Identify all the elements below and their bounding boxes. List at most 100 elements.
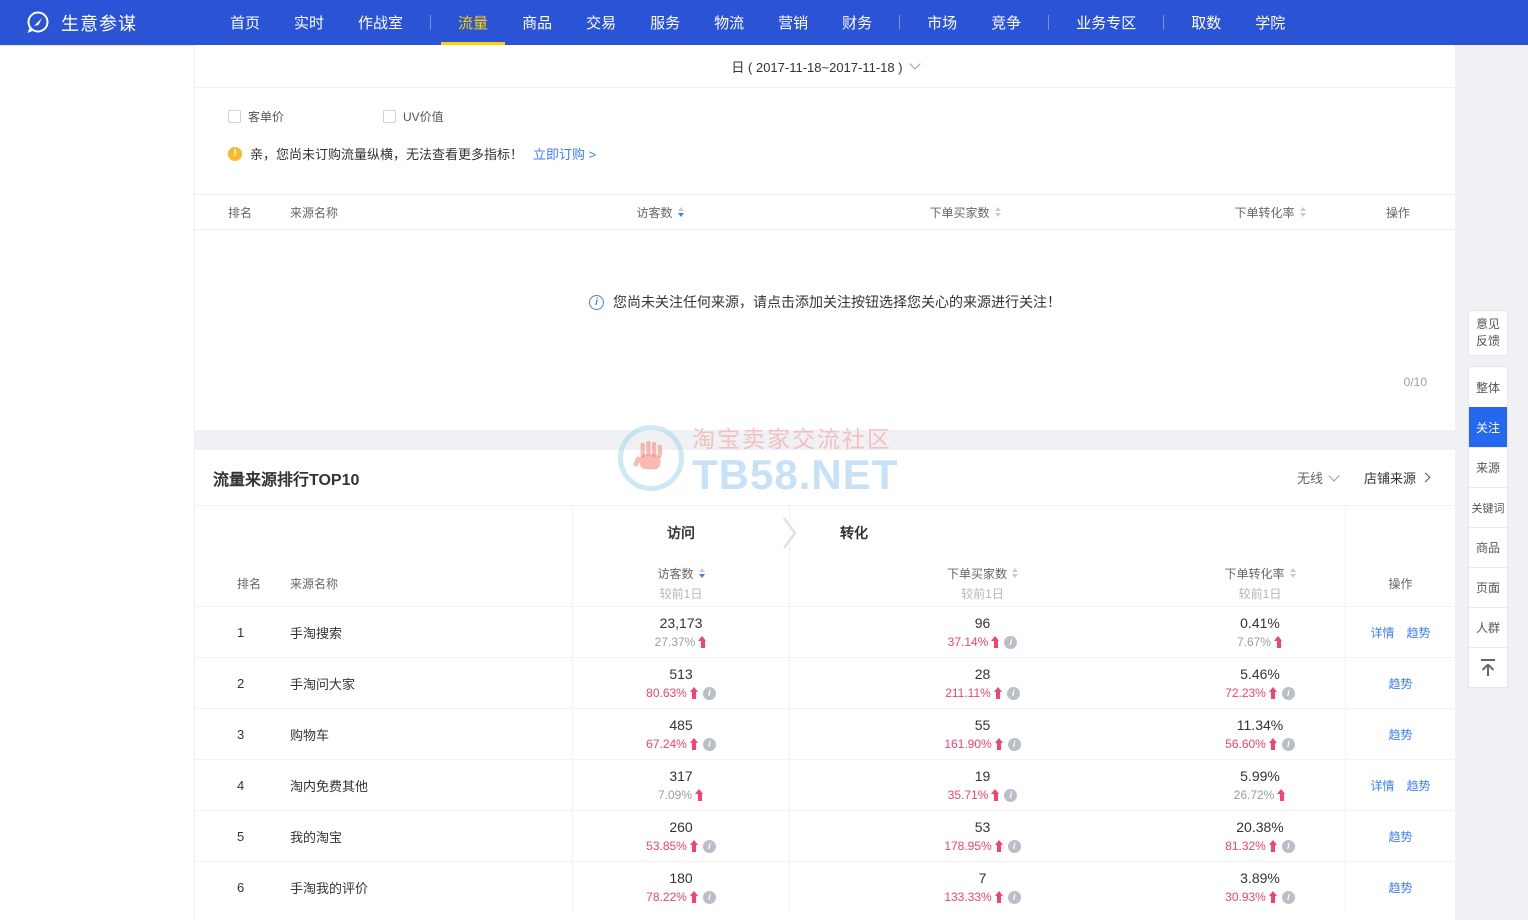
- change-percent: 211.11%: [945, 686, 991, 700]
- metric-buyers: 28211.11%i: [790, 658, 1175, 708]
- info-icon[interactable]: i: [703, 891, 716, 904]
- info-icon[interactable]: i: [1282, 687, 1295, 700]
- nav-item-市场[interactable]: 市场: [910, 0, 974, 45]
- col-visitors[interactable]: 访客数 较前1日: [572, 560, 790, 606]
- nav-item-交易[interactable]: 交易: [569, 0, 633, 45]
- source-name: 淘内免费其他: [265, 760, 572, 810]
- action-link-趋势[interactable]: 趋势: [1388, 879, 1412, 896]
- table-row: 4淘内免费其他3177.09%1935.71%i5.99%26.72%详情趋势: [195, 759, 1455, 810]
- metric-value: 5.46%: [1240, 666, 1280, 682]
- sort-icon[interactable]: [1290, 568, 1296, 578]
- checkbox[interactable]: [383, 110, 396, 123]
- info-icon[interactable]: i: [1008, 738, 1021, 751]
- action-link-趋势[interactable]: 趋势: [1388, 726, 1412, 743]
- col-actions: 操作: [1345, 560, 1455, 606]
- quick-nav-整体[interactable]: 整体: [1469, 367, 1507, 407]
- quick-nav-人群[interactable]: 人群: [1469, 607, 1507, 647]
- metric-value: 5.99%: [1240, 768, 1280, 784]
- quick-nav-关注[interactable]: 关注: [1469, 407, 1507, 447]
- info-icon[interactable]: i: [1008, 891, 1021, 904]
- warning-icon: !: [228, 147, 242, 161]
- change-percent: 35.71%: [948, 788, 989, 802]
- sort-icon[interactable]: [699, 568, 705, 578]
- date-range-selector[interactable]: 日 ( 2017-11-18~2017-11-18 ): [195, 45, 1455, 88]
- metric-change: 30.93%i: [1225, 890, 1295, 904]
- action-link-详情[interactable]: 详情: [1370, 624, 1394, 641]
- top-nav: 生意参谋 首页实时作战室流量商品交易服务物流营销财务市场竞争业务专区取数学院: [0, 0, 1528, 45]
- action-link-趋势[interactable]: 趋势: [1388, 675, 1412, 692]
- info-icon[interactable]: i: [1282, 738, 1295, 751]
- action-link-详情[interactable]: 详情: [1370, 777, 1394, 794]
- action-link-趋势[interactable]: 趋势: [1388, 828, 1412, 845]
- metric-change: 133.33%i: [944, 890, 1020, 904]
- nav-item-服务[interactable]: 服务: [633, 0, 697, 45]
- nav-item-财务[interactable]: 财务: [825, 0, 889, 45]
- change-percent: 178.95%: [944, 839, 991, 853]
- change-percent: 72.23%: [1225, 686, 1266, 700]
- nav-item-流量[interactable]: 流量: [441, 0, 505, 45]
- quick-nav-页面[interactable]: 页面: [1469, 567, 1507, 607]
- quick-nav-关键词[interactable]: 关键词: [1469, 487, 1507, 527]
- channel-filter-dropdown[interactable]: 无线: [1297, 468, 1338, 487]
- quick-nav-来源[interactable]: 来源: [1469, 447, 1507, 487]
- sort-icon[interactable]: [678, 207, 684, 217]
- metric-change: 67.24% i: [646, 737, 716, 751]
- nav-item-营销[interactable]: 营销: [761, 0, 825, 45]
- info-icon[interactable]: i: [1282, 840, 1295, 853]
- watch-col-下单转化率[interactable]: 下单转化率: [1180, 204, 1360, 221]
- metric-change: 26.72%: [1234, 788, 1287, 802]
- checkbox[interactable]: [228, 110, 241, 123]
- row-actions: 详情趋势: [1345, 760, 1455, 810]
- info-icon[interactable]: i: [1004, 636, 1017, 649]
- change-percent: 81.32%: [1225, 839, 1266, 853]
- metric-change: 7.09%: [658, 788, 704, 802]
- back-to-top-button[interactable]: [1469, 647, 1507, 687]
- back-to-top-icon: [1477, 657, 1499, 679]
- watch-col-下单买家数[interactable]: 下单买家数: [750, 204, 1180, 221]
- info-icon[interactable]: i: [1008, 840, 1021, 853]
- metric-checkbox-客单价[interactable]: 客单价: [228, 108, 383, 125]
- nav-item-实时[interactable]: 实时: [277, 0, 341, 45]
- up-arrow-icon: [1269, 738, 1278, 750]
- up-arrow-icon: [1277, 789, 1286, 801]
- feedback-button[interactable]: 意见反馈: [1468, 310, 1508, 356]
- sort-icon[interactable]: [1012, 568, 1018, 578]
- nav-item-取数[interactable]: 取数: [1174, 0, 1238, 45]
- nav-item-首页[interactable]: 首页: [213, 0, 277, 45]
- info-icon[interactable]: i: [1007, 687, 1020, 700]
- watch-col-访客数[interactable]: 访客数: [570, 204, 750, 221]
- sort-icon[interactable]: [1300, 207, 1306, 217]
- quick-nav-商品[interactable]: 商品: [1469, 527, 1507, 567]
- col-buyers[interactable]: 下单买家数 较前1日: [790, 560, 1175, 606]
- action-link-趋势[interactable]: 趋势: [1407, 777, 1431, 794]
- chevron-down-icon: [1328, 470, 1339, 481]
- shop-source-link[interactable]: 店铺来源: [1364, 468, 1429, 487]
- section-title: 流量来源排行TOP10: [213, 466, 359, 490]
- info-icon[interactable]: i: [703, 738, 716, 751]
- action-link-趋势[interactable]: 趋势: [1407, 624, 1431, 641]
- date-range-label: 日 ( 2017-11-18~2017-11-18 ): [731, 57, 902, 76]
- info-icon[interactable]: i: [1282, 891, 1295, 904]
- row-actions: 趋势: [1345, 862, 1455, 912]
- col-conv[interactable]: 下单转化率 较前1日: [1175, 560, 1345, 606]
- nav-item-商品[interactable]: 商品: [505, 0, 569, 45]
- row-rank: 3: [195, 709, 265, 759]
- metric-conv: 20.38%81.32%i: [1175, 811, 1345, 861]
- info-icon[interactable]: i: [703, 840, 716, 853]
- nav-item-学院[interactable]: 学院: [1238, 0, 1302, 45]
- metric-value: 53: [975, 819, 991, 835]
- nav-item-物流[interactable]: 物流: [697, 0, 761, 45]
- metric-checkbox-UV价值[interactable]: UV价值: [383, 108, 538, 125]
- subscribe-now-link[interactable]: 立即订购 >: [533, 144, 596, 163]
- nav-item-作战室[interactable]: 作战室: [341, 0, 420, 45]
- nav-item-竞争[interactable]: 竞争: [974, 0, 1038, 45]
- up-arrow-icon: [690, 840, 699, 852]
- source-name: 手淘搜索: [265, 607, 572, 657]
- brand[interactable]: 生意参谋: [0, 10, 195, 36]
- info-icon[interactable]: i: [1004, 789, 1017, 802]
- info-icon[interactable]: i: [703, 687, 716, 700]
- sort-icon[interactable]: [995, 207, 1001, 217]
- up-arrow-icon: [995, 891, 1004, 903]
- change-percent: 67.24%: [646, 737, 687, 751]
- nav-item-业务专区[interactable]: 业务专区: [1059, 0, 1153, 45]
